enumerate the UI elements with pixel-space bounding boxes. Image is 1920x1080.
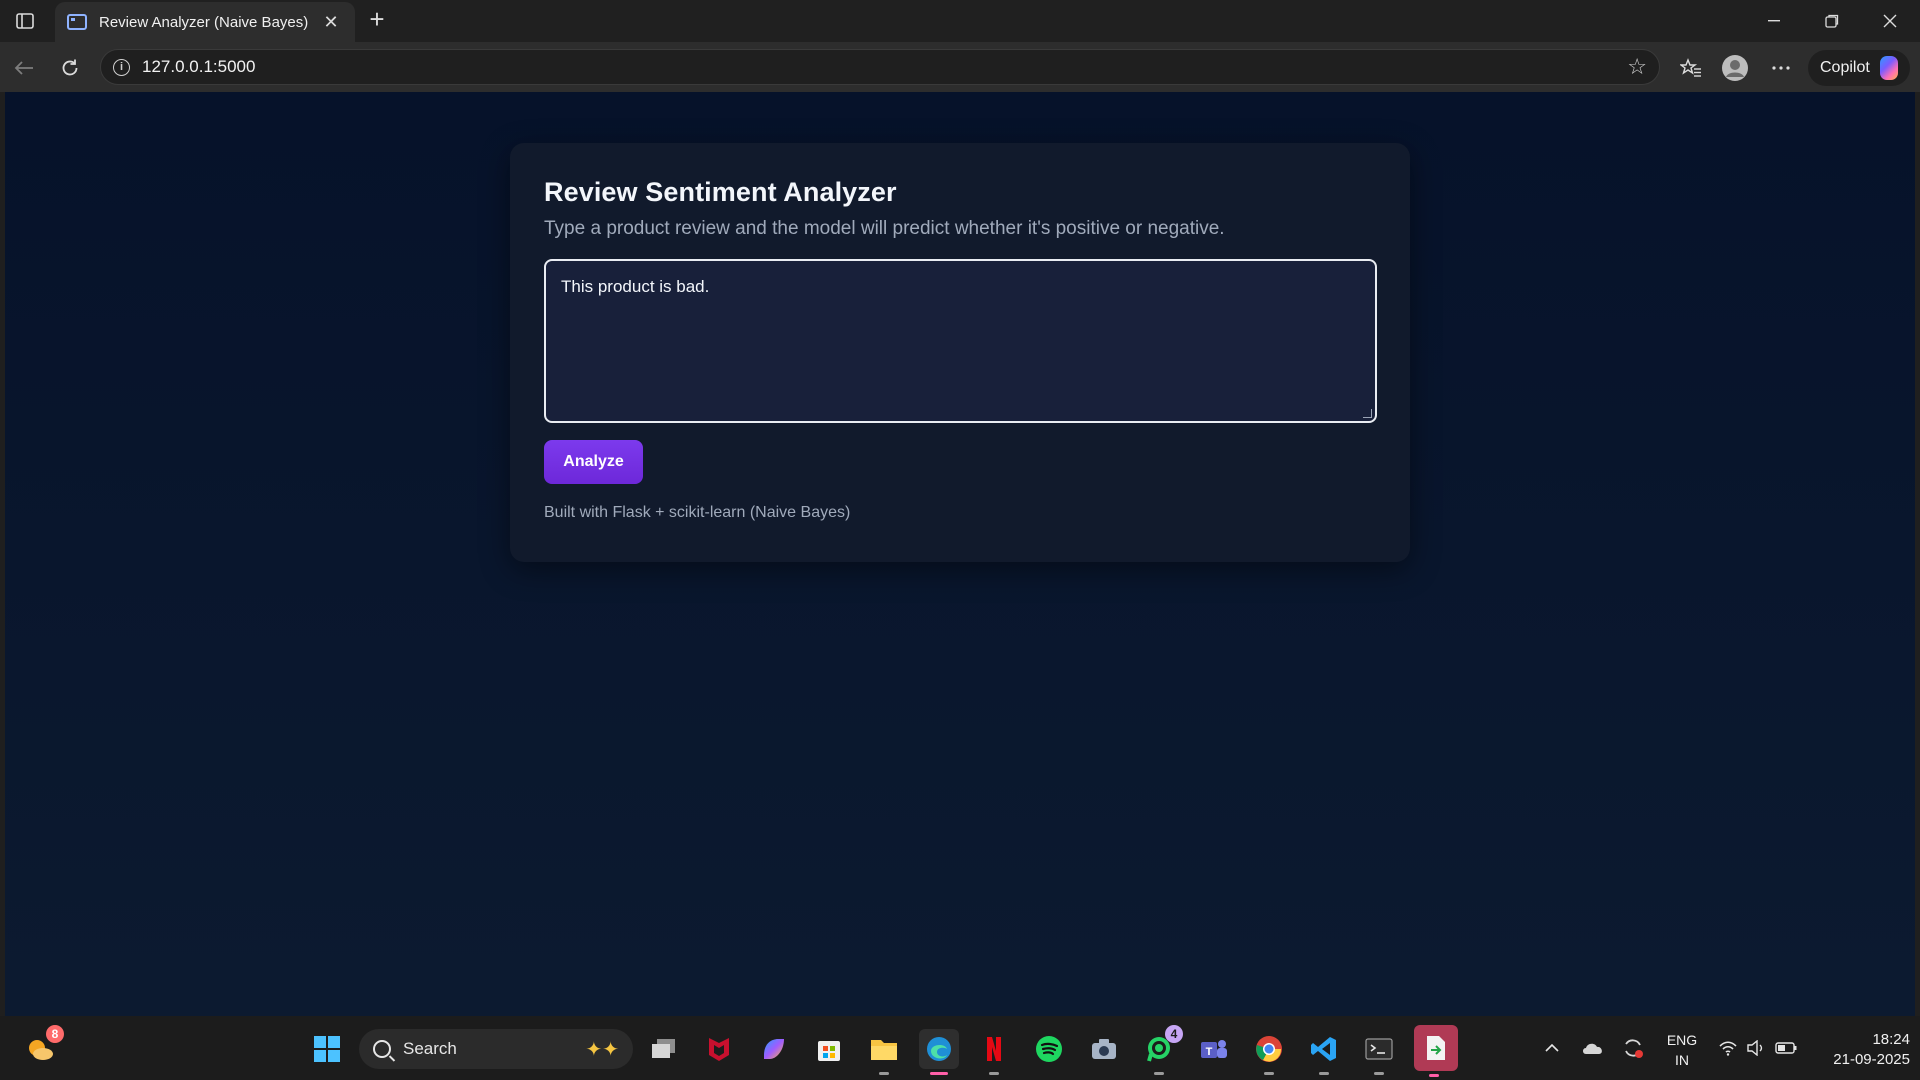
terminal-icon[interactable] (1359, 1029, 1399, 1075)
close-window-icon[interactable] (1861, 0, 1919, 42)
browser-tab-bar: Review Analyzer (Naive Bayes) ✕ + (0, 0, 1920, 42)
page-viewport: Review Sentiment Analyzer Type a product… (5, 92, 1915, 1016)
weather-badge: 8 (46, 1025, 64, 1043)
onedrive-icon[interactable] (1580, 1016, 1606, 1080)
refresh-icon[interactable] (54, 52, 86, 84)
clock-time: 18:24 (1872, 1031, 1910, 1048)
address-bar[interactable]: i 127.0.0.1:5000 ☆ (100, 49, 1660, 85)
resize-handle-icon[interactable] (1363, 409, 1372, 418)
file-explorer-icon[interactable] (864, 1029, 904, 1075)
store-icon[interactable] (809, 1029, 849, 1069)
back-icon[interactable] (8, 52, 40, 84)
tab-actions-icon[interactable] (10, 6, 40, 36)
language-indicator[interactable]: ENG IN (1662, 1030, 1702, 1070)
review-textarea[interactable]: This product is bad. (544, 259, 1377, 423)
tab-title: Review Analyzer (Naive Bayes) (99, 13, 309, 31)
vscode-icon[interactable] (1304, 1029, 1344, 1075)
more-menu-icon[interactable] (1765, 52, 1797, 84)
camera-icon[interactable] (1084, 1029, 1124, 1069)
show-hidden-icons[interactable] (1540, 1016, 1564, 1080)
running-indicator (989, 1072, 999, 1075)
running-indicator (1429, 1074, 1439, 1077)
battery-icon[interactable] (1774, 1016, 1798, 1080)
running-indicator (1374, 1072, 1384, 1075)
minimize-icon[interactable] (1745, 0, 1803, 42)
browser-tab[interactable]: Review Analyzer (Naive Bayes) ✕ (55, 2, 355, 42)
clock[interactable]: 18:24 21-09-2025 (1810, 1030, 1910, 1070)
copilot-logo-icon (1879, 56, 1898, 80)
chrome-icon[interactable] (1249, 1029, 1289, 1075)
page-title: Review Sentiment Analyzer (544, 177, 897, 207)
whatsapp-badge: 4 (1165, 1025, 1183, 1043)
favorites-icon[interactable] (1675, 52, 1707, 84)
spotify-icon[interactable] (1029, 1029, 1069, 1069)
copilot-label: Copilot (1820, 59, 1870, 76)
teams-icon[interactable]: T (1194, 1029, 1234, 1069)
volume-icon[interactable] (1744, 1016, 1768, 1080)
tab-close-icon[interactable]: ✕ (319, 12, 343, 33)
whatsapp-icon[interactable]: 4 (1139, 1025, 1183, 1075)
analyze-button[interactable]: Analyze (544, 440, 643, 484)
search-icon (373, 1040, 391, 1058)
edge-icon[interactable] (919, 1029, 959, 1075)
svg-text:T: T (1206, 1046, 1213, 1058)
running-indicator (879, 1072, 889, 1075)
language-code: ENG (1666, 1032, 1698, 1048)
running-indicator (1264, 1072, 1274, 1075)
wifi-icon[interactable] (1716, 1016, 1740, 1080)
taskbar-search-label: Search (403, 1039, 457, 1058)
running-indicator (1319, 1072, 1329, 1075)
new-tab-icon[interactable]: + (363, 4, 391, 35)
tab-favicon-icon (67, 14, 87, 30)
weather-widget-icon[interactable]: 8 (20, 1025, 64, 1069)
sync-icon[interactable] (1620, 1016, 1646, 1080)
clock-date: 21-09-2025 (1833, 1051, 1910, 1068)
mcafee-icon[interactable] (699, 1029, 739, 1069)
running-indicator (1154, 1072, 1164, 1075)
restore-icon[interactable] (1803, 0, 1861, 42)
taskbar: 8 Search ✦✦ 4 T ENG IN 18:24 21-09-2025 (0, 1016, 1920, 1080)
app-icon[interactable] (1414, 1025, 1458, 1077)
start-icon[interactable] (307, 1029, 347, 1069)
browser-toolbar: i 127.0.0.1:5000 ☆ Copilot (0, 42, 1920, 92)
active-indicator (930, 1072, 948, 1075)
address-url: 127.0.0.1:5000 (142, 57, 256, 76)
site-info-icon[interactable]: i (113, 58, 130, 76)
task-view-icon[interactable] (644, 1029, 684, 1069)
footnote: Built with Flask + scikit-learn (Naive B… (544, 504, 851, 521)
profile-avatar-icon[interactable] (1719, 52, 1751, 84)
copilot-button[interactable]: Copilot (1808, 50, 1910, 86)
review-text: This product is bad. (561, 277, 710, 296)
taskbar-search[interactable]: Search ✦✦ (359, 1029, 633, 1069)
analyzer-card: Review Sentiment Analyzer Type a product… (510, 143, 1410, 562)
netflix-icon[interactable] (974, 1029, 1014, 1075)
page-subtitle: Type a product review and the model will… (544, 218, 1225, 239)
copilot-app-icon[interactable] (754, 1029, 794, 1069)
favorite-star-icon[interactable]: ☆ (1627, 54, 1647, 80)
language-region: IN (1675, 1052, 1689, 1068)
search-sparkle-icon: ✦✦ (585, 1038, 619, 1061)
